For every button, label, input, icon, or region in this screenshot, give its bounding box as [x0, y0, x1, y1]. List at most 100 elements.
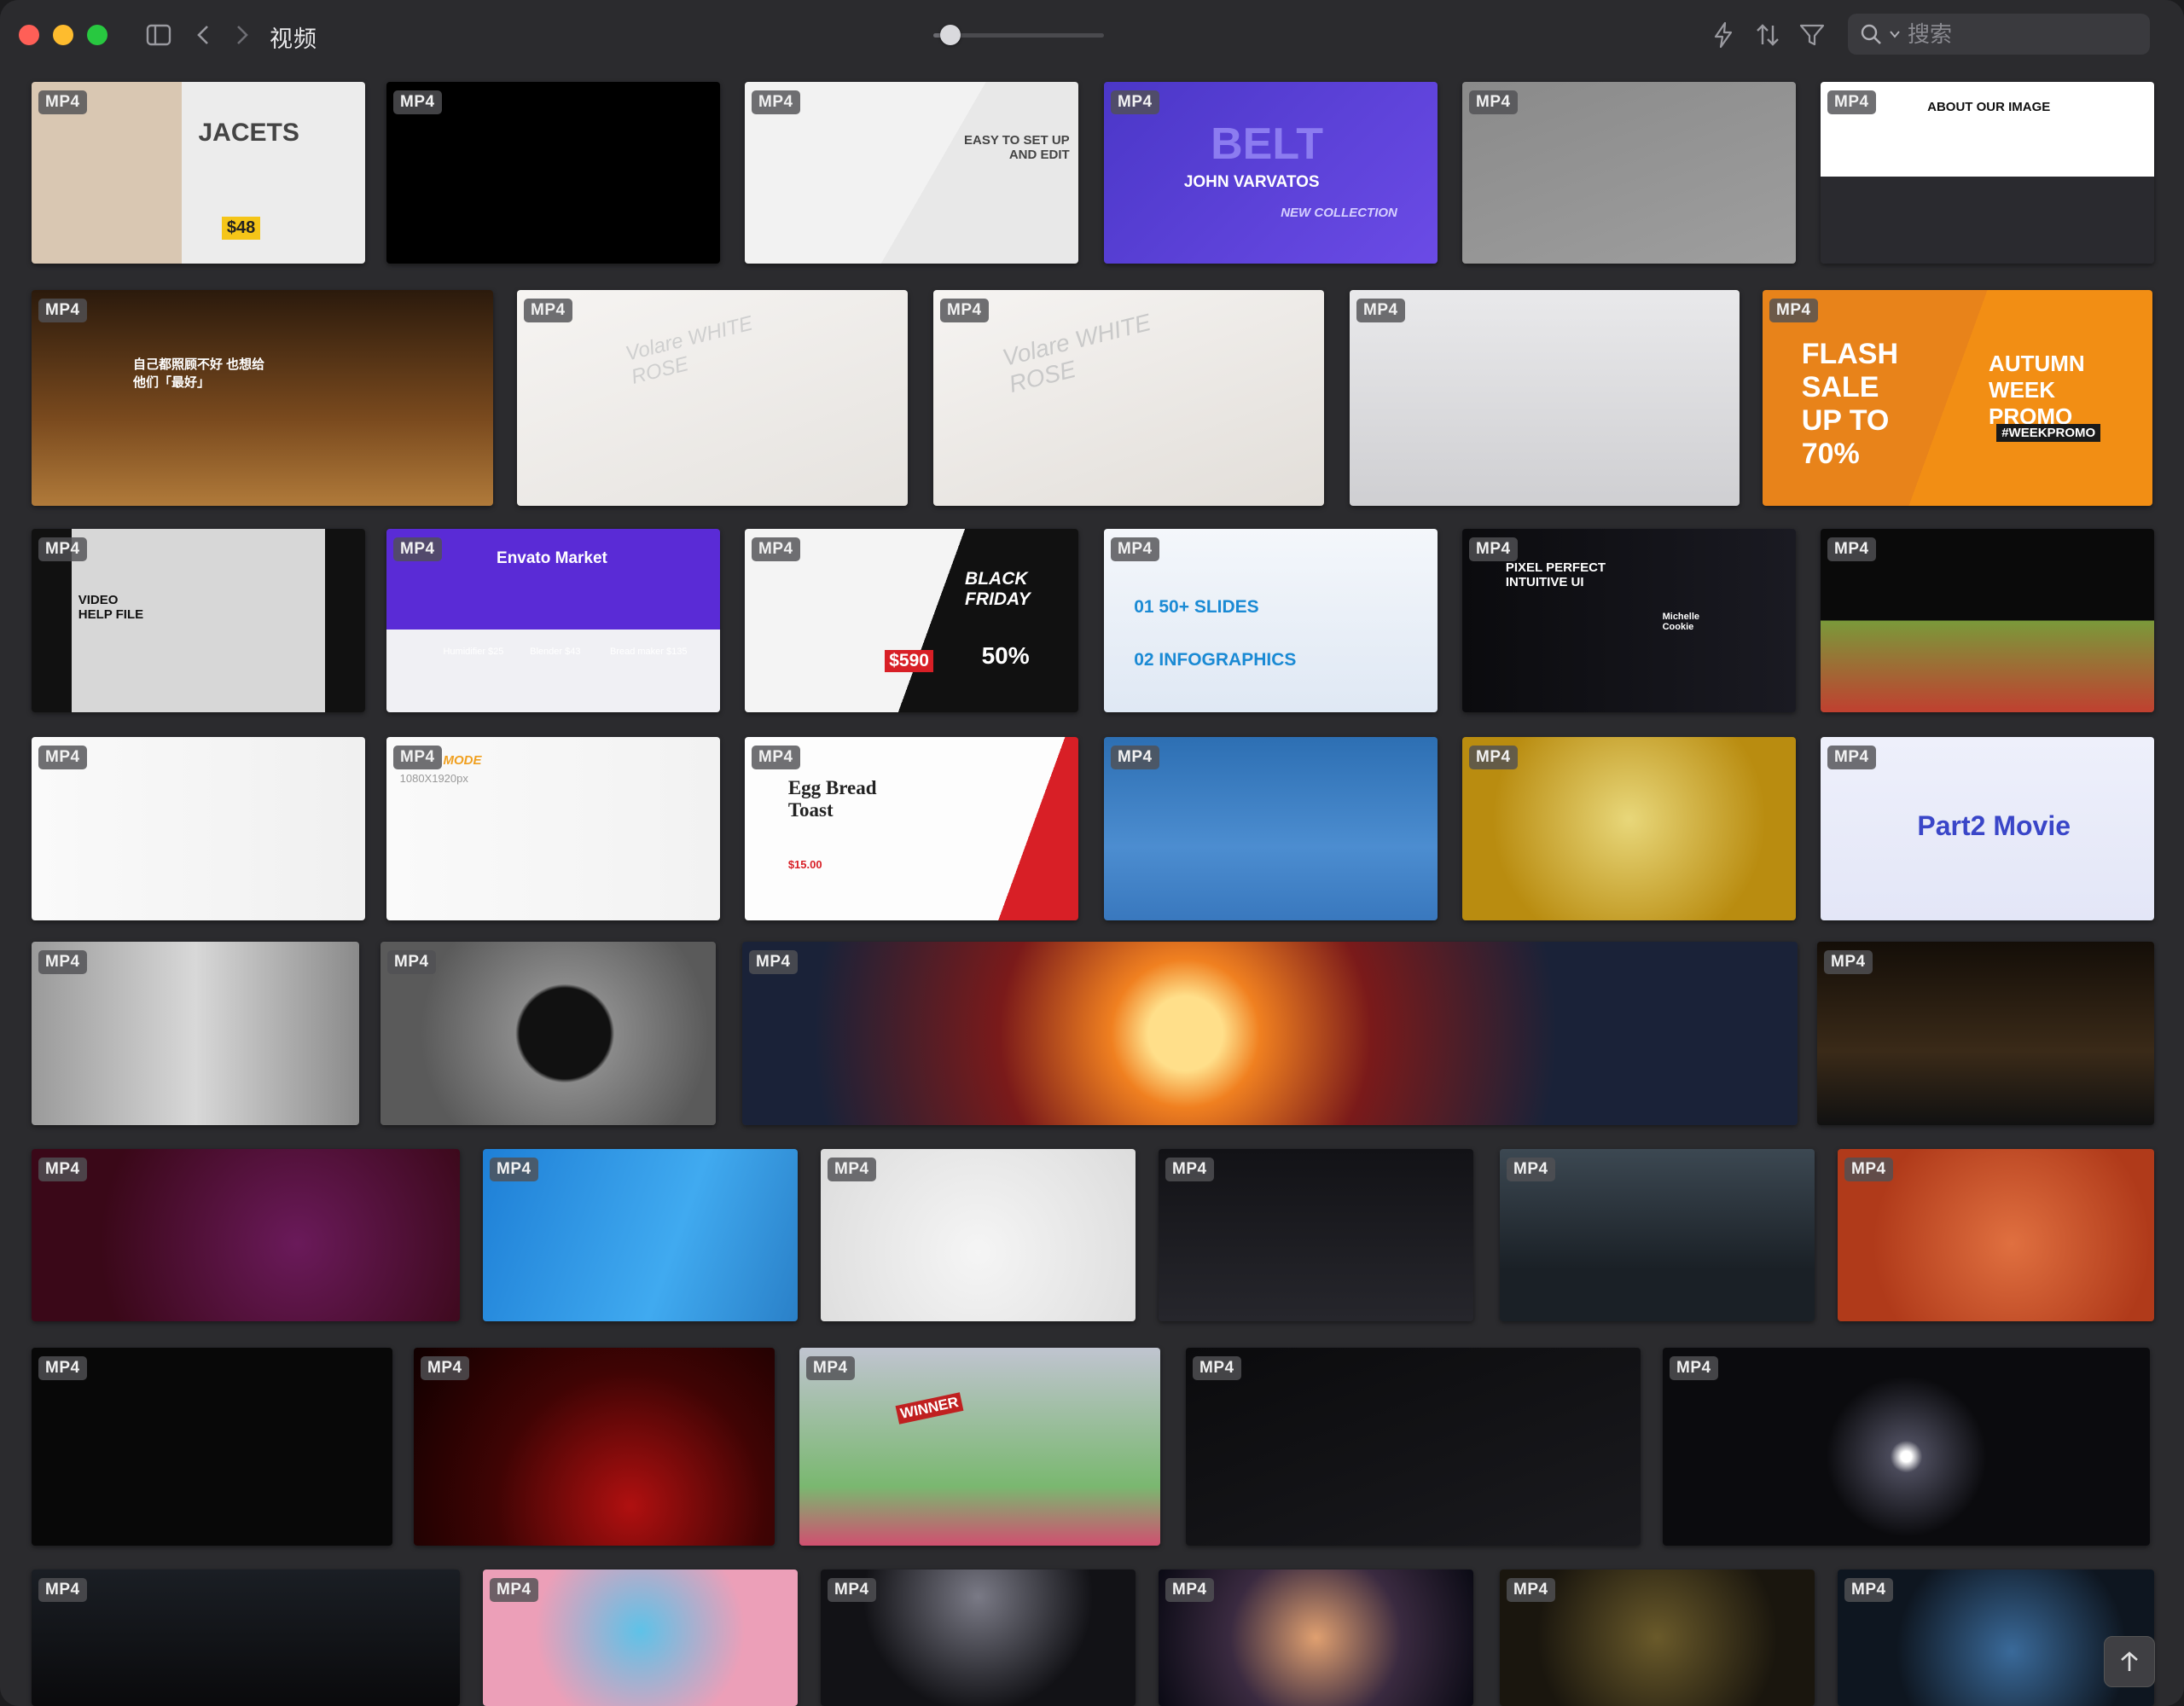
video-thumbnail[interactable]: MP4 BLACK FRIDAY $590 50% [745, 529, 1078, 712]
video-thumbnail[interactable]: MP4 [1500, 1570, 1815, 1706]
thumbnail-caption: JOHN VARVATOS [1183, 172, 1320, 191]
minimize-button[interactable] [53, 25, 73, 45]
video-thumbnail[interactable]: MP4 Volare WHITE ROSE [517, 290, 908, 506]
sidebar-icon [146, 24, 171, 46]
video-thumbnail[interactable]: MP4 [821, 1570, 1136, 1706]
video-thumbnail[interactable]: MP4 [414, 1348, 775, 1546]
scroll-to-top-button[interactable] [2104, 1636, 2155, 1687]
video-thumbnail[interactable]: MP4 [1821, 529, 2154, 712]
filter-icon [1799, 24, 1825, 46]
video-thumbnail[interactable]: MP4 BELT JOHN VARVATOS NEW COLLECTION [1104, 82, 1438, 264]
video-thumbnail[interactable]: MP4 WINNER [799, 1348, 1160, 1546]
video-thumbnail[interactable]: MP4 VIDEO HELP FILE [32, 529, 365, 712]
chevron-left-icon [197, 26, 208, 44]
thumbnail-caption: Egg Bread Toast [787, 777, 877, 821]
thumbnail-caption: NEW COLLECTION [1281, 205, 1397, 220]
search-input[interactable] [1908, 20, 2129, 48]
thumbnail-caption: $48 [221, 216, 261, 240]
thumbnail-caption: Bread maker $135 [609, 646, 688, 657]
video-thumbnail[interactable]: MP4 FLASH SALE UP TO 70% AUTUMN WEEK PROMO… [1763, 290, 2152, 506]
thumbnail-caption: $15.00 [787, 857, 822, 871]
video-thumbnail[interactable]: MP4 [1817, 942, 2154, 1125]
video-thumbnail[interactable]: MP4 Egg Bread Toast $15.00 [745, 737, 1078, 920]
file-type-badge: MP4 [38, 537, 87, 561]
file-type-badge: MP4 [1165, 1578, 1214, 1602]
file-type-badge: MP4 [524, 299, 572, 322]
file-type-badge: MP4 [1193, 1356, 1241, 1380]
video-thumbnail[interactable]: MP4 [821, 1149, 1136, 1321]
zoom-slider[interactable] [933, 25, 1104, 45]
video-thumbnail[interactable]: MP4 Envato Market Humidifier $25 Blender $4… [386, 529, 720, 712]
close-button[interactable] [19, 25, 39, 45]
video-thumbnail[interactable]: MP4 [1186, 1348, 1641, 1546]
video-thumbnail[interactable]: MP4 [1159, 1149, 1473, 1321]
video-thumbnail[interactable]: MP4 [483, 1149, 798, 1321]
chevron-down-icon[interactable] [1889, 28, 1901, 40]
back-button[interactable] [188, 19, 218, 51]
video-thumbnail[interactable]: MP4 [386, 82, 720, 264]
file-type-badge: MP4 [1824, 950, 1873, 974]
video-thumbnail[interactable]: MP4 [1104, 737, 1438, 920]
file-type-badge: MP4 [38, 1356, 87, 1380]
file-type-badge: MP4 [1827, 90, 1876, 114]
thumbnail-caption: JACETS [198, 118, 299, 147]
thumbnail-caption: 01 50+ SLIDES [1134, 596, 1259, 617]
video-thumbnail[interactable]: MP4 EASY TO SET UP AND EDIT [745, 82, 1078, 264]
window-title: 视频 [270, 26, 317, 52]
video-thumbnail[interactable]: MP4 [32, 942, 359, 1125]
video-thumbnail[interactable]: MP4 PIXEL PERFECT INTUITIVE UI Michelle Co… [1462, 529, 1796, 712]
video-thumbnail[interactable]: MP4 Part2 Movie [1821, 737, 2154, 920]
thumbnail-caption: FLASH SALE UP TO 70% [1801, 337, 1899, 470]
video-thumbnail[interactable]: MP4 [1350, 290, 1740, 506]
thumbnail-caption: ABOUT OUR IMAGE [1927, 100, 2051, 115]
video-thumbnail[interactable]: MP4 [32, 1348, 392, 1546]
thumbnail-caption: WINNER [895, 1392, 964, 1425]
video-thumbnail[interactable]: MP4 [1462, 82, 1796, 264]
video-thumbnail[interactable]: MP4 [742, 942, 1798, 1125]
thumbnail-caption: Blender $43 [530, 646, 581, 657]
video-thumbnail[interactable]: MP4 [380, 942, 716, 1125]
action-button[interactable] [1706, 19, 1740, 51]
thumbnail-caption: BLACK FRIDAY [965, 569, 1031, 610]
arrow-up-icon [2121, 1651, 2138, 1671]
video-thumbnail[interactable]: MP4 MODE 1080X1920px [386, 737, 720, 920]
video-thumbnail[interactable]: MP4 Volare WHITE ROSE [933, 290, 1324, 506]
file-type-badge: MP4 [1844, 1578, 1893, 1602]
video-thumbnail[interactable]: MP4 [1663, 1348, 2150, 1546]
video-thumbnail[interactable]: MP4 [32, 1570, 460, 1706]
sidebar-toggle-button[interactable] [142, 19, 176, 51]
forward-button[interactable] [227, 19, 258, 51]
file-type-badge: MP4 [1111, 90, 1159, 114]
video-thumbnail[interactable]: MP4 [483, 1570, 798, 1706]
file-type-badge: MP4 [38, 1158, 87, 1181]
video-thumbnail[interactable]: MP4 JACETS $48 [32, 82, 365, 264]
video-thumbnail[interactable]: MP4 自己都照顾不好 也想给他们「最好」 [32, 290, 493, 506]
video-thumbnail[interactable]: MP4 [1462, 737, 1796, 920]
file-type-badge: MP4 [1507, 1578, 1555, 1602]
zoom-slider-knob[interactable] [940, 25, 961, 45]
thumbnail-caption: #WEEKPROMO [1996, 423, 2101, 442]
thumbnail-caption: BELT [1211, 119, 1324, 169]
file-type-badge: MP4 [1827, 537, 1876, 561]
video-thumbnail[interactable]: MP4 [1500, 1149, 1815, 1321]
video-thumbnail[interactable]: MP4 [1159, 1570, 1473, 1706]
search-icon [1861, 24, 1881, 44]
file-type-badge: MP4 [1844, 1158, 1893, 1181]
thumbnail-caption: PIXEL PERFECT INTUITIVE UI [1505, 560, 1606, 589]
sort-button[interactable] [1751, 19, 1785, 51]
file-type-badge: MP4 [387, 950, 436, 974]
file-type-badge: MP4 [38, 950, 87, 974]
file-type-badge: MP4 [940, 299, 989, 322]
file-type-badge: MP4 [749, 950, 798, 974]
video-thumbnail[interactable]: MP4 01 50+ SLIDES 02 INFOGRAPHICS [1104, 529, 1438, 712]
search-box[interactable] [1848, 14, 2150, 55]
filter-button[interactable] [1795, 19, 1829, 51]
file-type-badge: MP4 [1769, 299, 1818, 322]
video-thumbnail[interactable]: MP4 ABOUT OUR IMAGE [1821, 82, 2154, 264]
video-thumbnail[interactable]: MP4 [32, 737, 365, 920]
video-thumbnail[interactable]: MP4 [32, 1149, 460, 1321]
file-type-badge: MP4 [1356, 299, 1405, 322]
file-type-badge: MP4 [38, 299, 87, 322]
video-thumbnail[interactable]: MP4 [1838, 1149, 2154, 1321]
zoom-button[interactable] [87, 25, 107, 45]
